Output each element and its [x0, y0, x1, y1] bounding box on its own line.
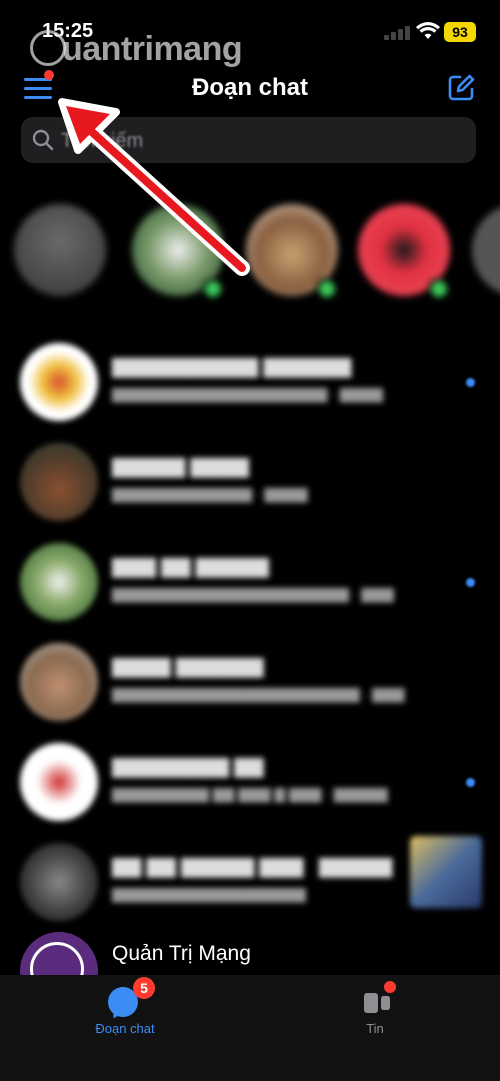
search-placeholder: Tìm kiếm	[61, 130, 144, 152]
watermark-logo-icon	[30, 30, 66, 66]
chat-preview-blurred: ▇▇▇▇▇▇▇▇▇▇▇▇▇▇▇▇▇▇	[112, 886, 306, 902]
active-stories-row[interactable]	[0, 190, 500, 340]
avatar	[20, 443, 98, 521]
avatar	[20, 343, 98, 421]
cellular-signal-icon	[384, 24, 412, 40]
list-item[interactable]: ▇▇▇▇ ▇▇▇▇▇▇ ▇▇▇▇▇▇▇▇▇▇▇▇▇▇▇▇▇▇▇▇▇▇▇ · ▇▇…	[0, 636, 500, 736]
page-title: Đoạn chat	[191, 74, 308, 101]
chat-name-blurred: ▇▇▇▇ ▇▇▇▇▇▇	[112, 657, 264, 678]
chat-preview-blurred: ▇▇▇▇▇▇▇▇▇ ▇▇ ▇▇▇ ▇ ▇▇▇ · ▇▇▇▇▇	[112, 786, 388, 802]
avatar	[20, 543, 98, 621]
unread-badge: 5	[133, 977, 155, 999]
chat-name-blurred: ▇▇▇▇▇▇▇▇▇▇ ▇▇▇▇▇▇	[112, 357, 352, 378]
avatar	[20, 743, 98, 821]
unread-dot	[466, 578, 475, 587]
online-dot	[202, 278, 224, 300]
tab-chats[interactable]: 5 Đoạn chat	[0, 975, 250, 1081]
chat-name-blurred: ▇▇▇▇▇ ▇▇▇▇	[112, 457, 249, 478]
list-item[interactable]: ▇▇▇▇▇ ▇▇▇▇ ▇▇▇▇▇▇▇▇▇▇▇▇▇ · ▇▇▇▇	[0, 436, 500, 536]
messenger-screen: 15:25 93 uantrimang Đoạn chat Tìm kiếm ▇…	[0, 0, 500, 1081]
chat-preview-blurred: ▇▇▇▇▇▇▇▇▇▇▇▇▇▇▇▇▇▇▇▇▇▇▇ · ▇▇▇	[112, 686, 405, 702]
tab-stories[interactable]: Tin	[250, 975, 500, 1081]
list-item[interactable]: Quản Trị Mạng	[0, 928, 500, 1010]
stories-icon	[364, 993, 390, 1013]
chat-name-blurred: ▇▇ ▇▇ ▇▇▇▇▇ ▇▇▇ ▇▇▇▇▇	[112, 857, 393, 878]
tab-stories-label: Tin	[366, 1021, 384, 1036]
story-avatar[interactable]	[472, 204, 500, 296]
compose-icon[interactable]	[446, 73, 476, 103]
tab-bar: 5 Đoạn chat Tin	[0, 975, 500, 1081]
battery-indicator: 93	[444, 22, 476, 42]
chat-name-blurred: ▇▇▇ ▇▇ ▇▇▇▇▇	[112, 557, 269, 578]
story-avatar[interactable]	[14, 204, 106, 296]
online-dot	[428, 278, 450, 300]
avatar	[20, 643, 98, 721]
chat-name: Quản Trị Mạng	[112, 942, 251, 965]
chat-name-blurred: ▇▇▇▇▇▇▇▇ ▇▇	[112, 757, 264, 778]
list-item[interactable]: ▇▇▇▇▇▇▇▇▇▇ ▇▇▇▇▇▇ ▇▇▇▇▇▇▇▇▇▇▇▇▇▇▇▇▇▇▇▇ ·…	[0, 336, 500, 436]
list-item[interactable]: ▇▇▇ ▇▇ ▇▇▇▇▇ ▇▇▇▇▇▇▇▇▇▇▇▇▇▇▇▇▇▇▇▇▇▇ · ▇▇…	[0, 536, 500, 636]
chat-preview-blurred: ▇▇▇▇▇▇▇▇▇▇▇▇▇▇▇▇▇▇▇▇▇▇ · ▇▇▇	[112, 586, 394, 602]
unread-dot	[466, 378, 475, 387]
avatar	[20, 843, 98, 921]
wifi-icon	[416, 22, 440, 39]
tab-chats-label: Đoạn chat	[95, 1021, 155, 1036]
watermark: uantrimang	[30, 30, 243, 69]
chat-preview-blurred: ▇▇▇▇▇▇▇▇▇▇▇▇▇▇▇▇▇▇▇▇ · ▇▇▇▇	[112, 386, 383, 402]
list-item[interactable]: ▇▇ ▇▇ ▇▇▇▇▇ ▇▇▇ ▇▇▇▇▇ ▇▇▇▇▇▇▇▇▇▇▇▇▇▇▇▇▇▇	[0, 836, 500, 936]
stories-notification-dot	[384, 981, 396, 993]
search-input[interactable]: Tìm kiếm	[21, 117, 476, 163]
list-item[interactable]: ▇▇▇▇▇▇▇▇ ▇▇ ▇▇▇▇▇▇▇▇▇ ▇▇ ▇▇▇ ▇ ▇▇▇ · ▇▇▇…	[0, 736, 500, 836]
media-thumbnail[interactable]	[410, 836, 482, 908]
chat-preview-blurred: ▇▇▇▇▇▇▇▇▇▇▇▇▇ · ▇▇▇▇	[112, 486, 308, 502]
online-dot	[316, 278, 338, 300]
unread-dot	[466, 778, 475, 787]
search-icon	[32, 129, 54, 151]
